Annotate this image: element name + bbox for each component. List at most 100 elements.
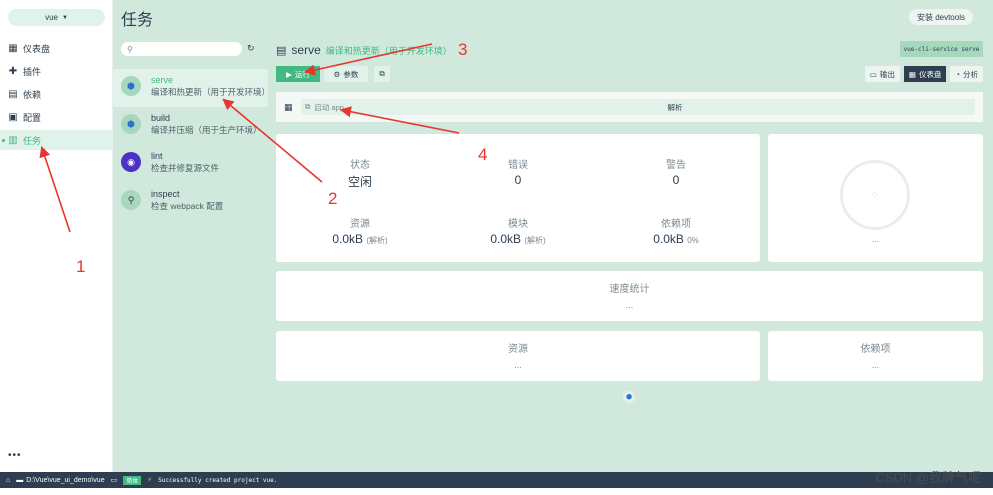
grid-icon[interactable]: ▦ (284, 102, 293, 113)
card-title: 依赖项 (860, 344, 891, 355)
annotation-number: 2 (328, 189, 338, 208)
eslint-icon: ◉ (121, 152, 141, 172)
stat-value: 0.0kB 0% (596, 232, 756, 246)
search-icon: ⚲ (127, 44, 133, 54)
task-icon: ▥ (8, 134, 18, 146)
nav-item-tasks[interactable]: ▥ 任务 (0, 130, 113, 150)
tab-label: 仪表盘 (918, 69, 942, 79)
nav-item-label: 配置 (23, 112, 42, 123)
dependency-icon: ▤ (8, 88, 18, 100)
stat-sub: (解析) (524, 236, 546, 245)
annotation-number: 1 (76, 257, 86, 276)
start-app-label: 启动 app (314, 102, 344, 112)
nav-item-config[interactable]: ▣ 配置 (0, 107, 113, 127)
stat-label: 模块 (508, 219, 528, 230)
language-badge[interactable]: 简体 (123, 475, 142, 485)
last-log[interactable]: Successfully created project vue. (158, 477, 277, 484)
header: 任务 安装 devtools (113, 0, 993, 35)
speed-stats-card: 速度统计 ... (276, 271, 983, 321)
tab-label: 输出 (879, 69, 895, 79)
stat-errors: 错误 0 (438, 156, 598, 187)
task-desc: 检查并修复源文件 (151, 163, 220, 173)
task-name: inspect (151, 189, 180, 199)
install-devtools-button[interactable]: 安装 devtools (908, 9, 973, 25)
task-header: ▤ serve 编译和热更新（用于开发环境） (276, 43, 452, 57)
stat-label: 状态 (350, 160, 370, 171)
dependencies-card: 依赖项 ... (768, 331, 983, 381)
dashboard-icon: ▦ (8, 42, 18, 54)
card-placeholder: ... (514, 360, 522, 370)
task-desc: 编译和热更新（用于开发环境） (151, 87, 265, 97)
tab-output[interactable]: ▭ 输出 (864, 66, 900, 82)
play-icon: ▶ (286, 69, 292, 79)
task-item-inspect[interactable]: ⚲ inspect 检查 webpack 配置 (113, 183, 268, 221)
annotation-number: 3 (458, 40, 468, 59)
nav-item-dependencies[interactable]: ▤ 依赖 (0, 84, 113, 104)
search-input[interactable]: ⚲ (121, 42, 242, 56)
analyze-icon: ◔ (955, 69, 960, 79)
plugin-icon: ✚ (8, 65, 18, 77)
task-item-serve[interactable]: ⬢ serve 编译和热更新（用于开发环境） (113, 69, 268, 107)
stat-dependencies: 依赖项 0.0kB 0% (596, 215, 756, 246)
task-icon: ⬢ (121, 76, 141, 96)
task-item-lint[interactable]: ◉ lint 检查并修复源文件 (113, 145, 268, 183)
project-path[interactable]: ▬ D:\Vue\vue_ui_demo\vue (16, 477, 104, 484)
stat-sub: (解析) (366, 236, 388, 245)
nav-item-label: 插件 (23, 66, 42, 77)
nav-item-dashboard[interactable]: ▦ 仪表盘 (0, 38, 113, 58)
task-desc: 编译并压缩（用于生产环境） (151, 125, 262, 135)
project-selector[interactable]: vue ▼ (8, 9, 105, 26)
refresh-icon[interactable]: ↻ (247, 43, 255, 54)
bolt-icon: ⚡ (147, 477, 153, 484)
start-app-button[interactable]: ⧉ 启动 app (301, 99, 375, 115)
terminal-icon[interactable]: ▭ (111, 476, 118, 484)
stat-value: 0 (672, 173, 680, 187)
path-text: D:\Vue\vue_ui_demo\vue (26, 476, 105, 484)
vue-cli-logo-icon: ⬢ (623, 391, 635, 403)
stat-assets: 资源 0.0kB (解析) (280, 215, 440, 246)
view-tabs: ▭ 输出 ▦ 仪表盘 ◔ 分析 (864, 66, 983, 82)
open-external-icon[interactable]: ⧉ (374, 66, 390, 82)
task-detail: ▤ serve 编译和热更新（用于开发环境） vue-cli-service s… (268, 35, 993, 472)
nav-item-plugins[interactable]: ✚ 插件 (0, 61, 113, 81)
stat-label: 警告 (666, 160, 686, 171)
stat-label: 资源 (350, 219, 370, 230)
task-item-build[interactable]: ⬢ build 编译并压缩（用于生产环境） (113, 107, 268, 145)
task-name: build (151, 113, 171, 123)
card-title: 速度统计 (609, 284, 650, 295)
active-indicator (2, 139, 5, 142)
analyze-button[interactable]: 解析 (375, 99, 975, 115)
run-button[interactable]: ▶ 运行 (276, 66, 320, 82)
stats-card: 状态 空闲 错误 0 警告 0 资源 0.0kB (解析) 模块 0.0kB (… (276, 134, 760, 262)
progress-card: ⁘ ... (768, 134, 983, 262)
stat-value: 0 (514, 173, 522, 187)
terminal-icon: ▭ (869, 69, 877, 79)
loading-dots-icon: ⁘ (870, 189, 880, 201)
params-button[interactable]: ⚙ 参数 (324, 66, 368, 82)
tab-dashboard[interactable]: ▦ 仪表盘 (903, 66, 947, 82)
tab-label: 分析 (963, 69, 978, 79)
task-icon: ⬢ (121, 114, 141, 134)
dashboard-icon: ▦ (908, 69, 916, 79)
chevron-down-icon: ▼ (61, 14, 68, 21)
config-icon: ▣ (8, 111, 18, 123)
stat-value: 0.0kB (解析) (280, 232, 440, 246)
stat-warnings: 警告 0 (596, 156, 756, 187)
left-nav: vue ▼ ▦ 仪表盘 ✚ 插件 ▤ 依赖 ▣ 配置 ▥ 任务 ••• (0, 0, 113, 472)
stat-status: 状态 空闲 (280, 156, 440, 190)
tab-analyze[interactable]: ◔ 分析 (950, 66, 983, 82)
card-placeholder: ... (871, 360, 880, 370)
home-icon[interactable]: ⌂ (6, 477, 10, 484)
stat-number: 0.0kB (653, 232, 684, 246)
nav-item-label: 仪表盘 (23, 43, 51, 54)
task-name: serve (151, 75, 174, 85)
progress-ring: ⁘ (840, 160, 910, 230)
nav-item-label: 依赖 (23, 89, 42, 100)
stat-value: 空闲 (347, 175, 372, 189)
annotation-number: 4 (478, 145, 488, 164)
task-file-icon: ▤ (276, 44, 287, 57)
status-bar: ⌂ ▬ D:\Vue\vue_ui_demo\vue ▭ 简体 ⚡ Succes… (0, 472, 993, 488)
assets-card: 资源 ... (276, 331, 760, 381)
more-menu[interactable]: ••• (8, 450, 22, 461)
inspect-icon: ⚲ (121, 190, 141, 210)
